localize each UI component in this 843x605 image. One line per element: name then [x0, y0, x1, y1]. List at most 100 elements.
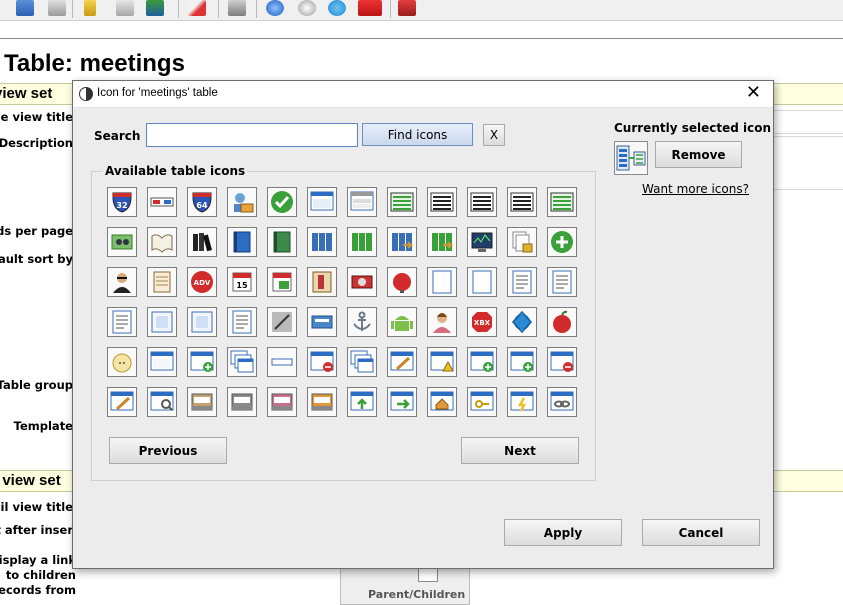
text-page-3-icon[interactable]	[107, 307, 137, 337]
framed-page-icon[interactable]	[147, 307, 177, 337]
find-icons-button[interactable]: Find icons	[362, 123, 473, 146]
xbox-stop-icon[interactable]: XBX	[467, 307, 497, 337]
twitter-icon[interactable]	[328, 0, 346, 16]
apply-button[interactable]: Apply	[504, 519, 622, 546]
table-grid-black-icon[interactable]	[507, 187, 537, 217]
table-dark-icon[interactable]	[467, 187, 497, 217]
tools-icon[interactable]	[228, 0, 246, 16]
framed-page-2-icon[interactable]	[187, 307, 217, 337]
window-search-icon[interactable]	[147, 387, 177, 417]
window-edit-icon[interactable]	[387, 347, 417, 377]
previous-button[interactable]: Previous	[109, 437, 227, 464]
table-view-title-field[interactable]	[772, 110, 843, 134]
support-lady-icon[interactable]	[427, 307, 457, 337]
book-green-icon[interactable]	[267, 227, 297, 257]
windows-cascade-icon[interactable]	[227, 347, 257, 377]
want-more-icons-link[interactable]: Want more icons?	[642, 182, 749, 196]
add-green-icon[interactable]	[547, 227, 577, 257]
open-book-icon[interactable]	[147, 227, 177, 257]
monitor-graph-icon[interactable]	[467, 227, 497, 257]
anchor-icon[interactable]	[347, 307, 377, 337]
binder-green-arrow-icon[interactable]	[427, 227, 457, 257]
globe-icon[interactable]	[266, 0, 284, 16]
shelf-book-icon[interactable]	[307, 267, 337, 297]
window-blue-icon[interactable]	[147, 347, 177, 377]
table-view-icon[interactable]	[16, 0, 34, 16]
text-page-2-icon[interactable]	[547, 267, 577, 297]
window-list-add-2-icon[interactable]	[507, 347, 537, 377]
window-link-icon[interactable]	[547, 387, 577, 417]
description-field[interactable]	[772, 136, 843, 190]
window-minimize-icon[interactable]	[267, 347, 297, 377]
interstate-32-icon[interactable]: 32	[107, 187, 137, 217]
inbox-tray-pink-icon[interactable]	[267, 387, 297, 417]
blank-page-icon[interactable]	[427, 267, 457, 297]
agent-icon[interactable]	[107, 267, 137, 297]
graphics-card-icon[interactable]	[347, 267, 377, 297]
window-icon[interactable]	[307, 187, 337, 217]
key-icon[interactable]	[84, 0, 96, 16]
apple-half-icon[interactable]	[107, 347, 137, 377]
red-apple-icon[interactable]	[547, 307, 577, 337]
book-blue-icon[interactable]	[227, 227, 257, 257]
documents-lock-icon[interactable]	[507, 227, 537, 257]
documents-icon[interactable]	[48, 0, 66, 16]
window-list-delete-icon[interactable]	[547, 347, 577, 377]
toolbar-separator	[218, 0, 219, 18]
inbox-tray-icon[interactable]	[187, 387, 217, 417]
calendar-15-icon[interactable]: 15	[227, 267, 257, 297]
alarm-bell-icon[interactable]	[387, 267, 417, 297]
interstate-64-icon[interactable]: 64	[187, 187, 217, 217]
window-split-icon[interactable]	[347, 187, 377, 217]
close-icon[interactable]: ✕	[746, 83, 761, 103]
notepad-icon[interactable]	[147, 267, 177, 297]
window-lightning-icon[interactable]	[507, 387, 537, 417]
inbox-tray-gray-icon[interactable]	[227, 387, 257, 417]
eraser-icon[interactable]	[188, 0, 206, 16]
adv-badge-icon[interactable]: ADV	[187, 267, 217, 297]
cancel-button[interactable]: Cancel	[642, 519, 760, 546]
check-mark-icon[interactable]	[267, 187, 297, 217]
text-page-icon[interactable]	[507, 267, 537, 297]
windows-stack-icon[interactable]	[347, 347, 377, 377]
remove-button[interactable]: Remove	[655, 141, 742, 168]
id-card-icon[interactable]	[116, 0, 134, 16]
youtube-icon[interactable]	[358, 0, 382, 16]
toolbar-separator	[390, 0, 391, 18]
inbox-tray-orange-icon[interactable]	[307, 387, 337, 417]
calendar-edit-icon[interactable]	[267, 267, 297, 297]
text-page-4-icon[interactable]	[227, 307, 257, 337]
table-grid-green-icon[interactable]	[547, 187, 577, 217]
layers-icon[interactable]	[146, 0, 164, 16]
search-input[interactable]	[146, 123, 358, 147]
blank-page-2-icon[interactable]	[467, 267, 497, 297]
exit-icon[interactable]	[398, 0, 416, 16]
table-black-icon[interactable]	[427, 187, 457, 217]
3d-glasses-icon[interactable]	[147, 187, 177, 217]
android-icon[interactable]	[387, 307, 417, 337]
window-delete-icon[interactable]	[307, 347, 337, 377]
help-icon[interactable]	[298, 0, 316, 16]
window-pencil-icon[interactable]	[107, 387, 137, 417]
window-up-arrow-icon[interactable]	[347, 387, 377, 417]
money-people-icon[interactable]	[107, 227, 137, 257]
clear-search-button[interactable]: X	[483, 124, 505, 146]
parent-children-checkbox[interactable]	[418, 567, 438, 582]
table-green-icon[interactable]	[387, 187, 417, 217]
pen-diagonal-icon[interactable]	[267, 307, 297, 337]
window-warning-icon[interactable]	[427, 347, 457, 377]
window-list-add-icon[interactable]	[467, 347, 497, 377]
svg-text:XBX: XBX	[474, 319, 491, 327]
network-blue-icon[interactable]	[507, 307, 537, 337]
user-credit-card-icon[interactable]	[227, 187, 257, 217]
card-reader-icon[interactable]	[307, 307, 337, 337]
binder-arrow-icon[interactable]	[387, 227, 417, 257]
books-black-icon[interactable]	[187, 227, 217, 257]
binders-green-icon[interactable]	[347, 227, 377, 257]
next-button[interactable]: Next	[461, 437, 579, 464]
binders-blue-icon[interactable]	[307, 227, 337, 257]
window-key-icon[interactable]	[467, 387, 497, 417]
window-home-icon[interactable]	[427, 387, 457, 417]
window-right-arrow-icon[interactable]	[387, 387, 417, 417]
window-add-icon[interactable]	[187, 347, 217, 377]
